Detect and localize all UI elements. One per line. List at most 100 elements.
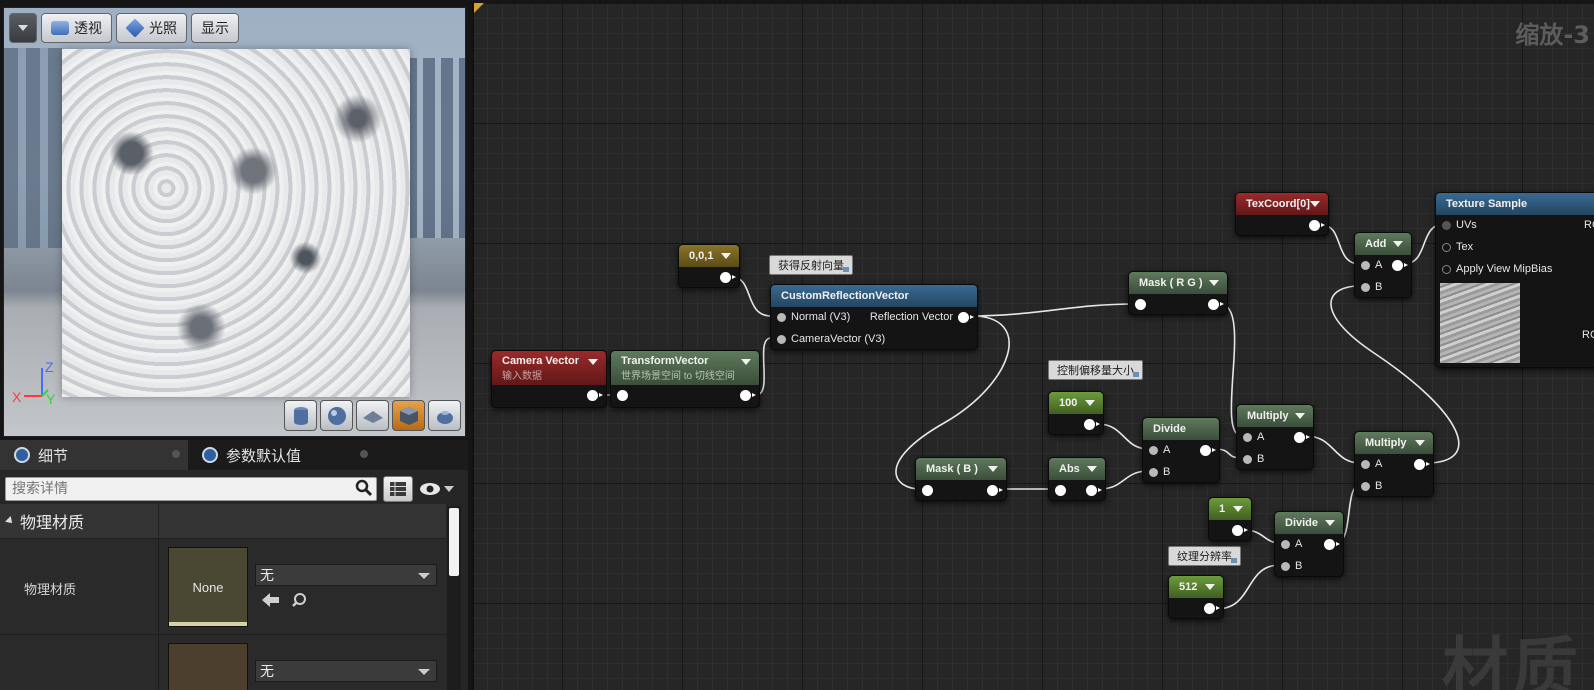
sphere-preview-button[interactable]	[320, 400, 353, 431]
teapot-preview-button[interactable]	[428, 400, 461, 431]
input-pin[interactable]	[1243, 433, 1252, 442]
add-node[interactable]: Add A B	[1354, 232, 1412, 298]
chevron-down-icon[interactable]	[1393, 241, 1403, 247]
custom-reflection-vector-node[interactable]: CustomReflectionVector Normal (V3) Refle…	[770, 284, 978, 350]
output-pin[interactable]	[1414, 459, 1430, 470]
category-physical-material[interactable]: 物理材质	[0, 504, 446, 538]
property-matrix-button[interactable]	[383, 476, 413, 502]
search-icon[interactable]	[355, 479, 373, 497]
constant3vector-node[interactable]: 0,0,1	[678, 244, 740, 288]
mask-b-node[interactable]: Mask ( B )	[915, 457, 1007, 501]
output-pin[interactable]	[740, 390, 756, 401]
constant-512-node[interactable]: 512	[1168, 575, 1224, 619]
close-icon[interactable]	[360, 450, 368, 458]
node-title: Multiply	[1365, 437, 1407, 449]
input-pin[interactable]	[922, 485, 933, 496]
lighting-button[interactable]: 光照	[116, 13, 187, 43]
chevron-down-icon[interactable]	[1325, 520, 1335, 526]
details-scrollbar[interactable]	[447, 506, 461, 690]
divide-node[interactable]: Divide A B	[1274, 511, 1344, 577]
chevron-down-icon[interactable]	[721, 253, 731, 259]
chevron-down-icon[interactable]	[1205, 584, 1215, 590]
input-pin[interactable]	[617, 390, 628, 401]
output-pin[interactable]	[1309, 220, 1325, 231]
tab-details[interactable]: 细节	[0, 440, 188, 470]
material-graph-canvas[interactable]: 缩放-3 材质 获得反射向量 控制偏移量大小 纹理分辨率 0,0,1 Camer…	[472, 3, 1594, 690]
transform-vector-node[interactable]: TransformVector 世界场景空间 to 切线空间	[610, 350, 760, 408]
tab-parameter-defaults[interactable]: 参数默认值	[188, 440, 376, 470]
abs-node[interactable]: Abs	[1048, 457, 1106, 501]
chevron-down-icon[interactable]	[1415, 440, 1425, 446]
cylinder-preview-button[interactable]	[284, 400, 317, 431]
output-pin[interactable]	[1232, 525, 1248, 536]
output-pin[interactable]	[1294, 432, 1310, 443]
input-pin[interactable]	[1149, 468, 1158, 477]
input-pin[interactable]	[1281, 562, 1290, 571]
texcoord-node[interactable]: TexCoord[0]	[1235, 192, 1329, 236]
chevron-down-icon[interactable]	[1295, 413, 1305, 419]
chevron-down-icon[interactable]	[1233, 506, 1243, 512]
use-selected-arrow-icon[interactable]	[262, 592, 280, 608]
input-pin[interactable]	[1442, 221, 1451, 230]
scrollbar-thumb[interactable]	[449, 508, 459, 576]
chevron-down-icon[interactable]	[1209, 280, 1219, 286]
chevron-down-icon[interactable]	[988, 466, 998, 472]
visibility-filter-button[interactable]	[419, 478, 455, 500]
preview-viewport[interactable]: 透视 光照 显示 Z X Y	[3, 7, 466, 437]
input-pin[interactable]	[1149, 446, 1158, 455]
comment-bubble[interactable]: 控制偏移量大小	[1048, 360, 1143, 380]
input-pin[interactable]	[1442, 243, 1451, 252]
camera-vector-node[interactable]: Camera Vector 输入数据	[491, 350, 607, 408]
chevron-down-icon[interactable]	[741, 359, 751, 365]
input-pin[interactable]	[1361, 283, 1370, 292]
asset-picker-combo[interactable]: 无	[255, 564, 437, 586]
input-pin[interactable]	[1361, 460, 1370, 469]
divide-node[interactable]: Divide A B	[1142, 417, 1220, 483]
input-pin[interactable]	[1281, 540, 1290, 549]
output-pin[interactable]	[720, 272, 736, 283]
asset-thumbnail[interactable]: None	[168, 547, 248, 627]
cube-preview-button[interactable]	[392, 400, 425, 431]
output-pin[interactable]	[1200, 445, 1216, 456]
output-pin[interactable]	[1208, 299, 1224, 310]
chevron-down-icon[interactable]	[588, 359, 598, 365]
perspective-button[interactable]: 透视	[41, 13, 112, 43]
multiply-node[interactable]: Multiply A B	[1354, 431, 1434, 497]
output-pin[interactable]	[987, 485, 1003, 496]
output-pin[interactable]	[1086, 485, 1102, 496]
output-pin[interactable]	[1204, 603, 1220, 614]
chevron-down-icon[interactable]	[1085, 400, 1095, 406]
output-pin[interactable]	[1084, 419, 1100, 430]
constant-100-node[interactable]: 100	[1048, 391, 1104, 435]
search-details-input[interactable]	[5, 477, 377, 501]
mask-rg-node[interactable]: Mask ( R G )	[1128, 271, 1228, 315]
comment-bubble[interactable]: 纹理分辨率	[1168, 546, 1241, 566]
input-pin[interactable]	[1243, 455, 1252, 464]
output-pin[interactable]	[1324, 539, 1340, 550]
show-button[interactable]: 显示	[191, 13, 239, 43]
comment-bubble[interactable]: 获得反射向量	[769, 255, 853, 275]
input-pin[interactable]	[1135, 299, 1146, 310]
output-pin[interactable]	[587, 390, 603, 401]
texture-sample-node[interactable]: Texture Sample UVs RGB Tex Apply View Mip…	[1435, 192, 1594, 368]
output-pin[interactable]	[958, 312, 974, 323]
viewport-menu-button[interactable]	[9, 13, 37, 43]
input-pin[interactable]	[777, 313, 786, 322]
output-pin[interactable]	[1392, 260, 1408, 271]
browse-search-icon[interactable]	[291, 592, 309, 608]
asset-picker-combo[interactable]: 无	[255, 660, 437, 682]
plane-preview-button[interactable]	[356, 400, 389, 431]
input-pin[interactable]	[777, 335, 786, 344]
close-icon[interactable]	[172, 450, 180, 458]
chevron-down-icon[interactable]	[1087, 466, 1097, 472]
input-pin[interactable]	[1361, 482, 1370, 491]
input-pin[interactable]	[1361, 261, 1370, 270]
column-splitter[interactable]	[158, 504, 159, 538]
constant-1-node[interactable]: 1	[1208, 497, 1252, 541]
asset-thumbnail[interactable]	[168, 643, 248, 690]
input-pin[interactable]	[1055, 485, 1066, 496]
multiply-node[interactable]: Multiply A B	[1236, 404, 1314, 470]
input-pin[interactable]	[1442, 265, 1451, 274]
chevron-down-icon[interactable]	[1310, 201, 1320, 207]
pin-label: B	[1295, 560, 1303, 572]
